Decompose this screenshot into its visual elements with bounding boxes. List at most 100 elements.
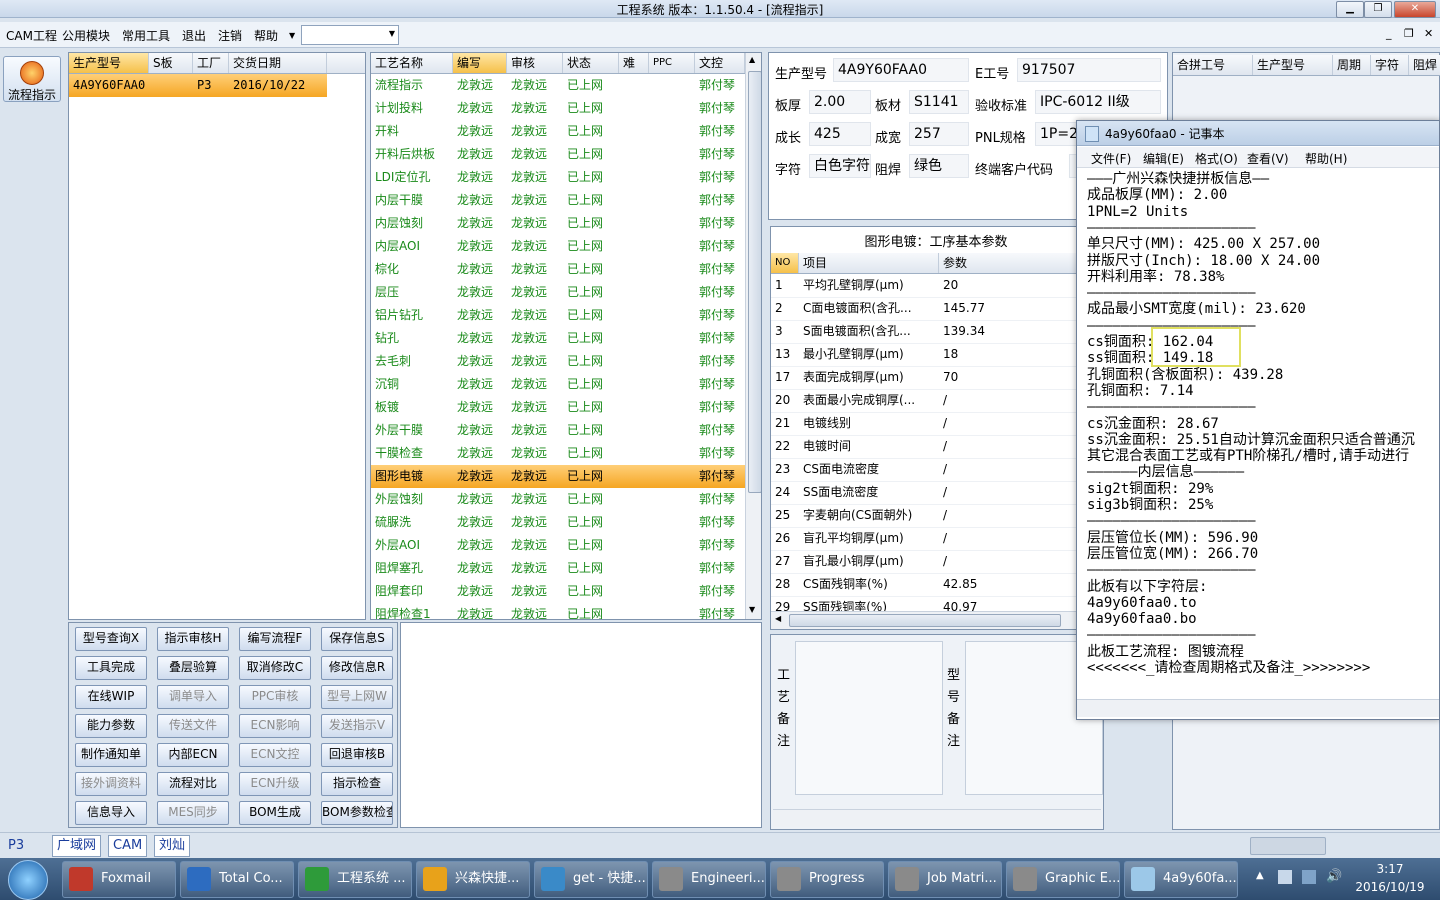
close-button[interactable]: ✕ (1394, 1, 1436, 18)
notes-hscrollbar[interactable] (773, 809, 1101, 827)
col-item[interactable]: 项目 (799, 253, 939, 273)
action-button[interactable]: 制作通知单 (75, 743, 147, 767)
table-row[interactable]: 钻孔 龙敦远 龙敦远 已上网 郭付琴 (371, 327, 745, 350)
language-bar[interactable] (1250, 837, 1326, 855)
action-button[interactable]: 型号上网W (321, 685, 393, 709)
mdi-restore-button[interactable]: ❐ (1404, 27, 1414, 40)
tray-flag-icon[interactable] (1278, 870, 1292, 884)
table-row[interactable]: 外层AOI 龙敦远 龙敦远 已上网 郭付琴 (371, 534, 745, 557)
col-combine-no[interactable]: 合拼工号 (1173, 55, 1253, 75)
taskbar-item[interactable]: Job Matri... (888, 861, 1002, 898)
action-button[interactable]: BOM参数检查 (321, 801, 393, 825)
notepad-menu-help[interactable]: 帮助(H) (1305, 150, 1347, 167)
scroll-left-icon[interactable]: ◀ (775, 614, 781, 623)
table-row[interactable]: 17 表面完成铜厚(μm) 70 (771, 366, 1083, 390)
table-row[interactable]: 22 电镀时间 / (771, 435, 1083, 459)
col-cycle[interactable]: 周期 (1333, 55, 1371, 75)
taskbar-item[interactable]: 4a9y60fa... (1124, 861, 1238, 898)
table-row[interactable]: 28 CS面残铜率(%) 42.85 (771, 573, 1083, 597)
table-row[interactable]: 25 字麦朝向(CS面朝外) / (771, 504, 1083, 528)
minimize-button[interactable]: ▁ (1336, 1, 1364, 18)
col-ppc[interactable]: PPC (649, 53, 695, 73)
taskbar-item[interactable]: Engineeri... (652, 861, 766, 898)
action-button[interactable]: 型号查询X (75, 627, 147, 651)
action-button[interactable]: 流程对比 (157, 772, 229, 796)
table-row[interactable]: 内层蚀刻 龙敦远 龙敦远 已上网 郭付琴 (371, 212, 745, 235)
action-button[interactable]: 接外调资料 (75, 772, 147, 796)
table-row[interactable]: 硫脲洗 龙敦远 龙敦远 已上网 郭付琴 (371, 511, 745, 534)
action-button[interactable]: 回退审核B (321, 743, 393, 767)
notepad-menu-format[interactable]: 格式(O) (1195, 150, 1238, 167)
table-row[interactable]: 开料 龙敦远 龙敦远 已上网 郭付琴 (371, 120, 745, 143)
col-process-name[interactable]: 工艺名称 (371, 53, 453, 73)
table-row[interactable]: 铝片钻孔 龙敦远 龙敦远 已上网 郭付琴 (371, 304, 745, 327)
table-row[interactable]: 流程指示 龙敦远 龙敦远 已上网 郭付琴 (371, 74, 745, 97)
col-no[interactable]: NO (771, 253, 799, 273)
table-row[interactable]: 13 最小孔壁铜厚(μm) 18 (771, 343, 1083, 367)
col-param[interactable]: 参数 (939, 253, 1083, 273)
taskbar-item[interactable]: 兴森快捷... (416, 861, 530, 898)
table-row[interactable]: LDI定位孔 龙敦远 龙敦远 已上网 郭付琴 (371, 166, 745, 189)
action-button[interactable]: 叠层验算 (157, 656, 229, 680)
taskbar-item[interactable]: Foxmail (62, 861, 176, 898)
eno-field[interactable]: 917507 (1017, 58, 1161, 82)
tray-expand-icon[interactable]: ▲ (1256, 870, 1264, 881)
taskbar-item[interactable]: Total Co... (180, 861, 294, 898)
tray-network-icon[interactable] (1302, 870, 1316, 884)
col-char[interactable]: 字符 (1371, 55, 1409, 75)
process-scrollbar[interactable]: ▲ ▼ (745, 53, 761, 619)
notepad-menu-view[interactable]: 查看(V) (1247, 150, 1289, 167)
action-button[interactable]: ECN文控 (239, 743, 311, 767)
toolbar-combo[interactable]: ▼ (301, 25, 399, 45)
notepad-text-area[interactable]: ———广州兴森快捷拼板信息—— 成品板厚(MM): 2.00 1PNL=2 Unit… (1077, 171, 1440, 701)
standard-field[interactable]: IPC-6012 II级 (1035, 90, 1161, 114)
table-row[interactable]: 2 C面电镀面积(含孔... 145.77 (771, 297, 1083, 321)
menu-help[interactable]: 帮助 (254, 27, 278, 44)
material-field[interactable]: S1141 (909, 90, 969, 114)
clock-date[interactable]: 2016/10/19 (1352, 880, 1428, 894)
menu-cam[interactable]: CAM工程 (6, 27, 57, 44)
taskbar-item[interactable]: get - 快捷... (534, 861, 648, 898)
menu-exit[interactable]: 退出 (182, 27, 206, 44)
col-delivery-date[interactable]: 交货日期 (229, 53, 327, 73)
table-row[interactable]: 图形电镀 龙敦远 龙敦远 已上网 郭付琴 (371, 465, 745, 488)
mdi-close-button[interactable]: ✕ (1424, 27, 1433, 40)
table-row[interactable]: 外层蚀刻 龙敦远 龙敦远 已上网 郭付琴 (371, 488, 745, 511)
length-field[interactable]: 425 (809, 122, 871, 146)
action-button[interactable]: 指示审核H (157, 627, 229, 651)
col-combine-model[interactable]: 生产型号 (1253, 55, 1333, 75)
table-row[interactable]: 板镀 龙敦远 龙敦远 已上网 郭付琴 (371, 396, 745, 419)
action-button[interactable]: 在线WIP (75, 685, 147, 709)
col-writer[interactable]: 编写 (453, 53, 507, 73)
process-notes-field[interactable] (795, 641, 943, 795)
scroll-down-icon[interactable]: ▼ (749, 605, 755, 614)
table-row[interactable]: 干膜检查 龙敦远 龙敦远 已上网 郭付琴 (371, 442, 745, 465)
col-status[interactable]: 状态 (563, 53, 619, 73)
table-row[interactable]: 24 SS面电流密度 / (771, 481, 1083, 505)
action-button[interactable]: 保存信息S (321, 627, 393, 651)
action-button[interactable]: PPC审核 (239, 685, 311, 709)
scroll-up-icon[interactable]: ▲ (749, 55, 755, 64)
maximize-button[interactable]: ❐ (1364, 1, 1392, 18)
action-button[interactable]: 调单导入 (157, 685, 229, 709)
param-hscrollbar[interactable]: ◀ (771, 611, 1099, 629)
notepad-hscrollbar[interactable] (1077, 699, 1439, 717)
model-field[interactable]: 4A9Y60FAA0 (833, 58, 969, 82)
table-row[interactable]: 沉铜 龙敦远 龙敦远 已上网 郭付琴 (371, 373, 745, 396)
width-field[interactable]: 257 (909, 122, 969, 146)
col-model[interactable]: 生产型号 (69, 53, 149, 73)
thickness-field[interactable]: 2.00 (809, 90, 871, 114)
action-button[interactable]: ECN升级 (239, 772, 311, 796)
table-row[interactable]: 阻焊检查1 龙敦远 龙敦远 已上网 郭付琴 (371, 603, 745, 619)
action-button[interactable]: 编写流程F (239, 627, 311, 651)
action-button[interactable]: ECN影响 (239, 714, 311, 738)
start-button[interactable] (8, 860, 48, 900)
table-row[interactable]: 1 平均孔壁铜厚(μm) 20 (771, 274, 1083, 298)
table-row[interactable]: 20 表面最小完成铜厚(... / (771, 389, 1083, 413)
char-field[interactable]: 白色字符 (809, 154, 871, 178)
flow-instruction-button[interactable]: 流程指示 (3, 56, 61, 102)
taskbar-item[interactable]: Graphic E... (1006, 861, 1120, 898)
table-row[interactable]: 开料后烘板 龙敦远 龙敦远 已上网 郭付琴 (371, 143, 745, 166)
menu-common-tools[interactable]: 常用工具 (122, 27, 170, 44)
table-row[interactable]: 27 盲孔最小铜厚(μm) / (771, 550, 1083, 574)
